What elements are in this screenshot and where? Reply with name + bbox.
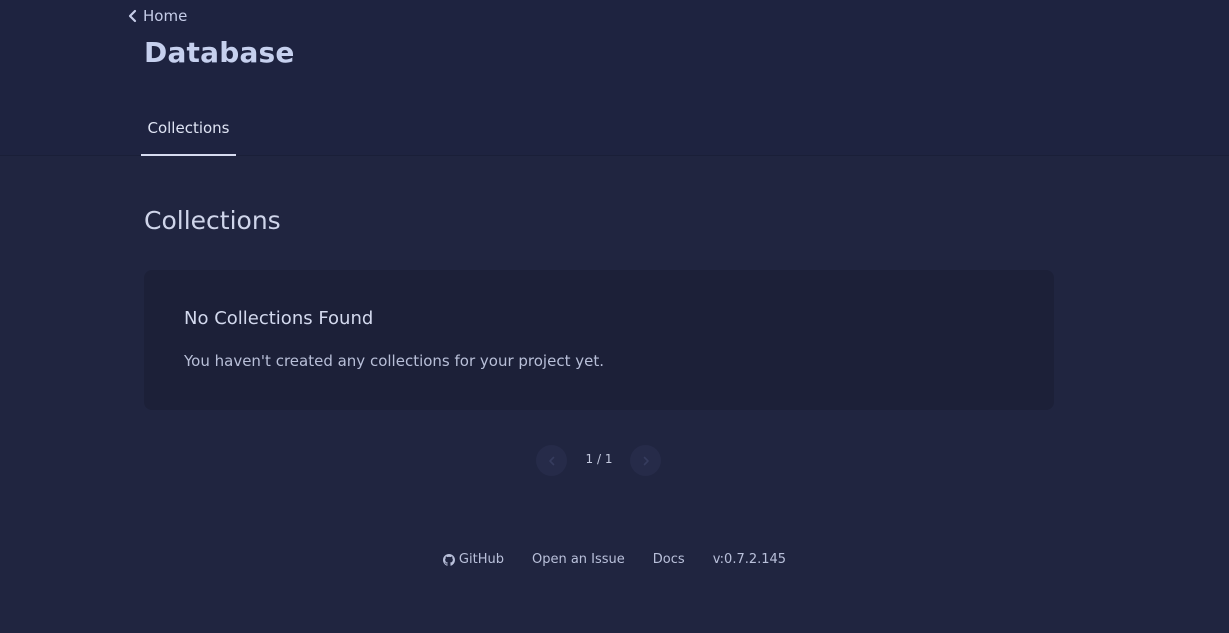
back-home-link[interactable]: Home (126, 7, 187, 25)
docs-link[interactable]: Docs (653, 552, 685, 567)
section-title: Collections (144, 206, 281, 235)
footer: GitHub Open an Issue Docs v:0.7.2.145 (0, 552, 1229, 567)
back-home-label: Home (143, 7, 188, 25)
page-title: Database (144, 36, 295, 69)
github-link-label: GitHub (458, 552, 504, 567)
empty-state-card: No Collections Found You haven't created… (144, 270, 1054, 410)
empty-state-message: You haven't created any collections for … (184, 352, 604, 370)
next-page-button[interactable] (630, 445, 661, 476)
empty-state-title: No Collections Found (184, 308, 374, 329)
chevron-left-icon (126, 9, 140, 23)
chevron-right-icon (641, 456, 651, 466)
open-issue-link[interactable]: Open an Issue (532, 552, 625, 567)
page-header: Home Database Collections (0, 0, 1229, 156)
github-link[interactable]: GitHub (442, 552, 504, 567)
page-indicator: 1 / 1 (585, 452, 613, 466)
previous-page-button[interactable] (536, 445, 567, 476)
github-icon (442, 553, 455, 566)
chevron-left-icon (547, 456, 557, 466)
version-label: v:0.7.2.145 (712, 552, 787, 567)
tab-collections[interactable]: Collections (141, 112, 236, 156)
